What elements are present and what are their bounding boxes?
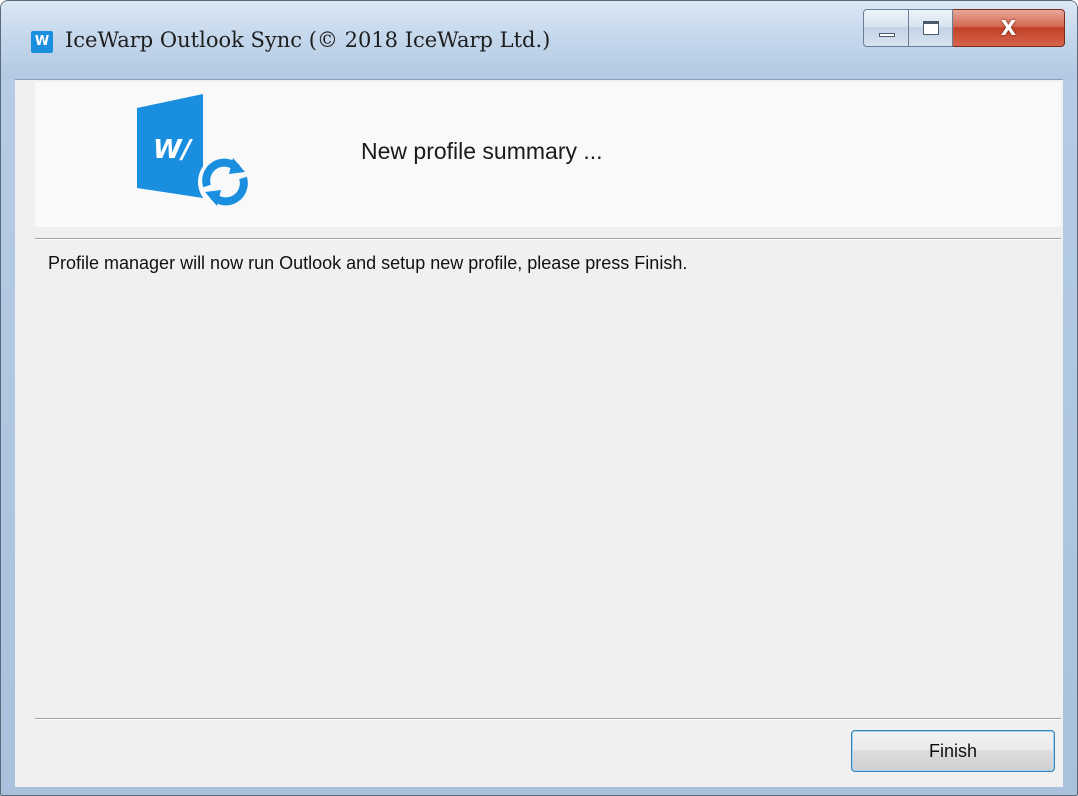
- footer-divider: [35, 718, 1061, 720]
- header-divider: [35, 238, 1061, 240]
- icewarp-sync-logo-icon: W/: [137, 94, 252, 209]
- close-button[interactable]: X: [953, 9, 1065, 47]
- header-title: New profile summary ...: [361, 138, 603, 164]
- window-title: IceWarp Outlook Sync (© 2018 IceWarp Ltd…: [65, 28, 551, 52]
- dialog-window: W IceWarp Outlook Sync (© 2018 IceWarp L…: [0, 0, 1078, 796]
- caption-buttons: X: [863, 9, 1067, 47]
- dialog-client-area: W/ New profile summary ... Profile manag…: [15, 79, 1063, 787]
- title-bar[interactable]: W IceWarp Outlook Sync (© 2018 IceWarp L…: [1, 1, 1077, 79]
- app-icon[interactable]: W: [31, 31, 53, 53]
- maximize-icon: [923, 21, 939, 35]
- minimize-button[interactable]: [863, 9, 909, 47]
- summary-message: Profile manager will now run Outlook and…: [48, 253, 688, 273]
- finish-button[interactable]: Finish: [851, 730, 1055, 772]
- close-icon: X: [1000, 16, 1017, 40]
- wizard-header: W/ New profile summary ...: [35, 82, 1061, 227]
- logo-mark: W/: [153, 135, 194, 165]
- minimize-icon: [879, 33, 895, 37]
- maximize-button[interactable]: [909, 9, 953, 47]
